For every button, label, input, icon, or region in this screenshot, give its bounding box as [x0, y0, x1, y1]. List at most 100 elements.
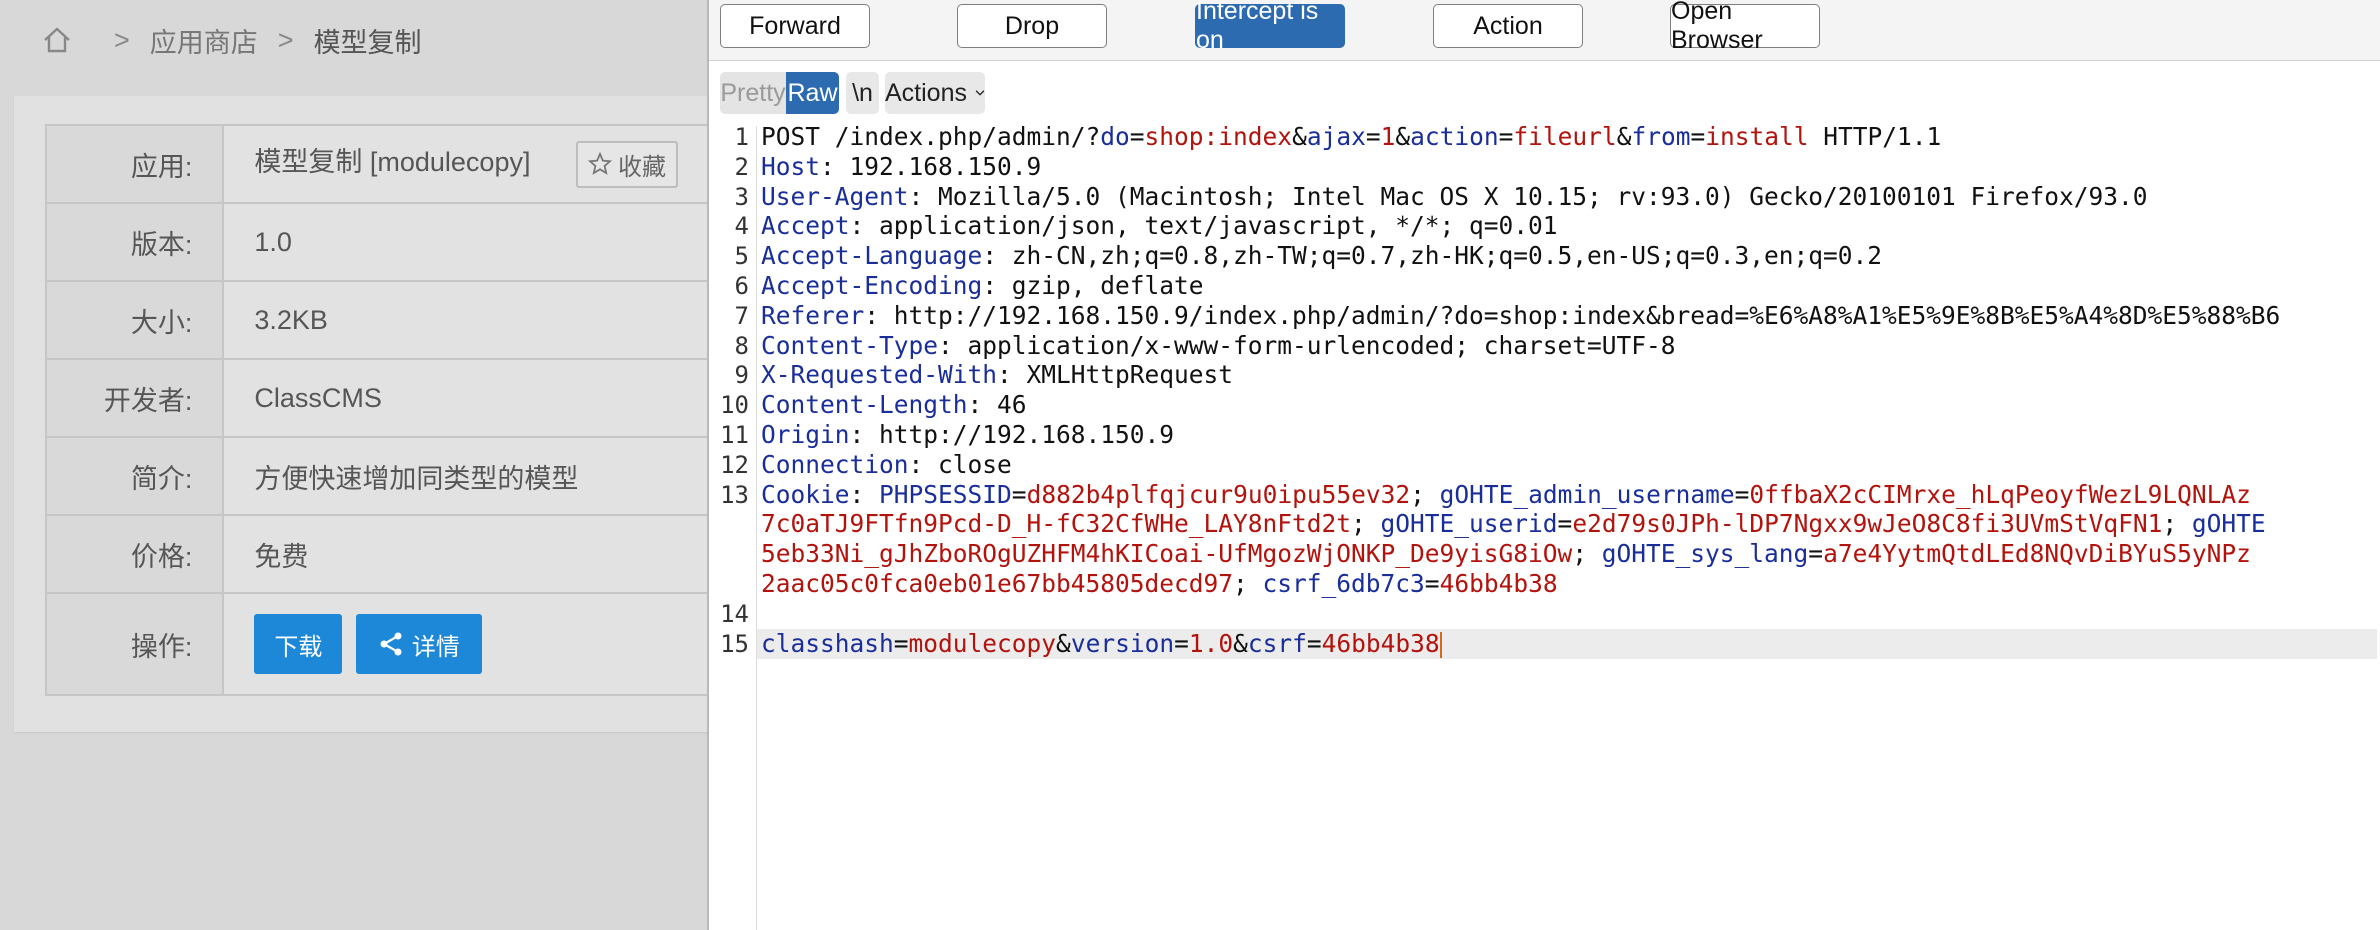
token-key: gOHTE: [2191, 509, 2266, 538]
token-key: ajax: [1306, 122, 1366, 151]
request-line: POST /index.php/admin/?do=shop:index&aja…: [761, 122, 1941, 152]
action-button[interactable]: Action: [1433, 4, 1583, 48]
line-number: 7: [734, 302, 749, 330]
token-key: Accept: [761, 211, 850, 240]
token-text: ;: [1233, 569, 1263, 598]
line-number: 9: [734, 361, 749, 389]
newline-toggle[interactable]: \n: [846, 72, 879, 114]
star-icon: [587, 152, 612, 176]
token-key: classhash: [761, 629, 894, 658]
line-number: 1: [734, 123, 749, 151]
home-icon[interactable]: [42, 25, 72, 55]
token-text: =: [893, 629, 909, 658]
token-text: : 192.168.150.9: [820, 152, 1042, 181]
request-line: Origin: http://192.168.150.9: [761, 420, 1174, 450]
drop-button[interactable]: Drop: [957, 4, 1107, 48]
request-line: Content-Type: application/x-www-form-url…: [761, 331, 1676, 361]
table-row: 价格: 免费: [44, 514, 720, 594]
token-text: =: [1734, 480, 1750, 509]
field-value-actions: 下载 详情: [222, 592, 720, 696]
details-label: 详情: [411, 633, 460, 661]
breadcrumb-separator: >: [114, 24, 130, 55]
field-label-size: 大小:: [44, 280, 225, 360]
request-line: 7c0aTJ9FTfn9Pcd-D_H-fC32CfWHe_LAY8nFtd2t…: [761, 509, 2266, 539]
token-key: gOHTE_sys_lang: [1601, 539, 1809, 568]
token-text: : Mozilla/5.0 (Macintosh; Intel Mac OS X…: [908, 182, 2148, 211]
token-key: action: [1410, 122, 1499, 151]
breadcrumb: > 应用商店 > 模型复制: [42, 20, 422, 60]
field-label-developer: 开发者:: [44, 358, 225, 438]
request-line: 5eb33Ni_gJhZboROgUZHFM4hKICoai-UfMgozWjO…: [761, 539, 2251, 569]
token-text: :: [849, 480, 880, 509]
field-value-size: 3.2KB: [222, 280, 720, 360]
token-text: : http://192.168.150.9/index.php/admin/?…: [864, 301, 2281, 330]
field-value-app: 模型复制 [modulecopy] 收藏: [222, 124, 720, 204]
field-label-price: 价格:: [44, 514, 225, 594]
field-value-price: 免费: [222, 514, 720, 594]
token-text: : gzip, deflate: [982, 271, 1204, 300]
table-row: 应用: 模型复制 [modulecopy] 收藏: [44, 124, 720, 204]
field-value-version: 1.0: [222, 202, 720, 282]
intercept-panel: Forward Drop Intercept is on Action Open…: [707, 0, 2380, 930]
actions-menu[interactable]: Actions: [885, 72, 985, 114]
field-label-actions: 操作:: [44, 592, 225, 696]
token-key: Content-Length: [761, 390, 968, 419]
line-number: 6: [734, 272, 749, 300]
token-text: : close: [908, 450, 1012, 479]
token-value: 7c0aTJ9FTfn9Pcd-D_H-fC32CfWHe_LAY8nFtd2t: [761, 509, 1352, 538]
request-line: Cookie: PHPSESSID=d882b4plfqjcur9u0ipu55…: [761, 480, 2251, 510]
table-row: 开发者: ClassCMS: [44, 358, 720, 438]
request-editor[interactable]: 1 2 3 4 5 6 7 8 9 10 11 12 13 14 15 POST /index.php/ad…: [709, 122, 2380, 930]
token-key: gOHTE_userid: [1380, 509, 1558, 538]
line-number: 3: [734, 183, 749, 211]
chevron-down-icon: [975, 90, 985, 96]
token-value: d882b4plfqjcur9u0ipu55ev32: [1026, 480, 1411, 509]
favorite-button[interactable]: 收藏: [575, 140, 678, 188]
field-value-intro: 方便快速增加同类型的模型: [222, 436, 720, 516]
request-line: Referer: http://192.168.150.9/index.php/…: [761, 301, 2280, 331]
table-row: 简介: 方便快速增加同类型的模型: [44, 436, 720, 516]
token-key: gOHTE_admin_username: [1439, 480, 1735, 509]
token-text: =: [1011, 480, 1027, 509]
tab-raw[interactable]: Raw: [786, 72, 839, 114]
token-text: : zh-CN,zh;q=0.8,zh-TW;q=0.7,zh-HK;q=0.5…: [982, 241, 1883, 270]
line-number: 13: [720, 481, 749, 509]
download-button[interactable]: 下载: [254, 614, 343, 674]
forward-button[interactable]: Forward: [720, 4, 870, 48]
token-text: =: [1306, 629, 1322, 658]
breadcrumb-item-app-store[interactable]: 应用商店: [150, 21, 258, 60]
details-button[interactable]: 详情: [355, 614, 482, 674]
token-key: csrf_6db7c3: [1262, 569, 1425, 598]
token-text: : application/json, text/javascript, */*…: [849, 211, 1558, 240]
token-value: e2d79s0JPh-lDP7Ngxx9wJeO8C8fi3UVmStVqFN1: [1572, 509, 2163, 538]
token-text: : 46: [967, 390, 1027, 419]
table-row: 操作: 下载 详情: [44, 592, 720, 696]
field-value-developer: ClassCMS: [222, 358, 720, 438]
token-text: =: [1129, 122, 1145, 151]
token-value: 1.0: [1188, 629, 1234, 658]
request-line: classhash=modulecopy&version=1.0&csrf=46…: [761, 629, 1442, 659]
open-browser-button[interactable]: Open Browser: [1670, 0, 1820, 54]
field-label-app: 应用:: [44, 124, 225, 204]
token-key: Accept-Language: [761, 241, 983, 270]
token-text: =: [1365, 122, 1381, 151]
token-key: Origin: [761, 420, 850, 449]
token-key: Referer: [761, 301, 865, 330]
request-line: Accept-Encoding: gzip, deflate: [761, 271, 1204, 301]
intercept-toggle[interactable]: Intercept is on: [1195, 0, 1345, 54]
token-text: ;: [2162, 509, 2192, 538]
breadcrumb-separator: >: [277, 24, 294, 55]
token-text: POST /index.php/admin/?: [761, 122, 1101, 151]
table-row: 版本: 1.0: [44, 202, 720, 282]
request-line: Accept-Language: zh-CN,zh;q=0.8,zh-TW;q=…: [761, 241, 1882, 271]
request-line: Connection: close: [761, 450, 1012, 480]
line-number: 5: [734, 242, 749, 270]
line-number-gutter: 1 2 3 4 5 6 7 8 9 10 11 12 13 14 15: [709, 123, 757, 930]
token-key: do: [1100, 122, 1130, 151]
token-text: ;: [1351, 509, 1381, 538]
tab-pretty[interactable]: Pretty: [720, 72, 786, 114]
token-text: &: [1616, 122, 1632, 151]
token-text: &: [1292, 122, 1307, 151]
token-text: =: [1424, 569, 1440, 598]
token-key: Cookie: [761, 480, 850, 509]
